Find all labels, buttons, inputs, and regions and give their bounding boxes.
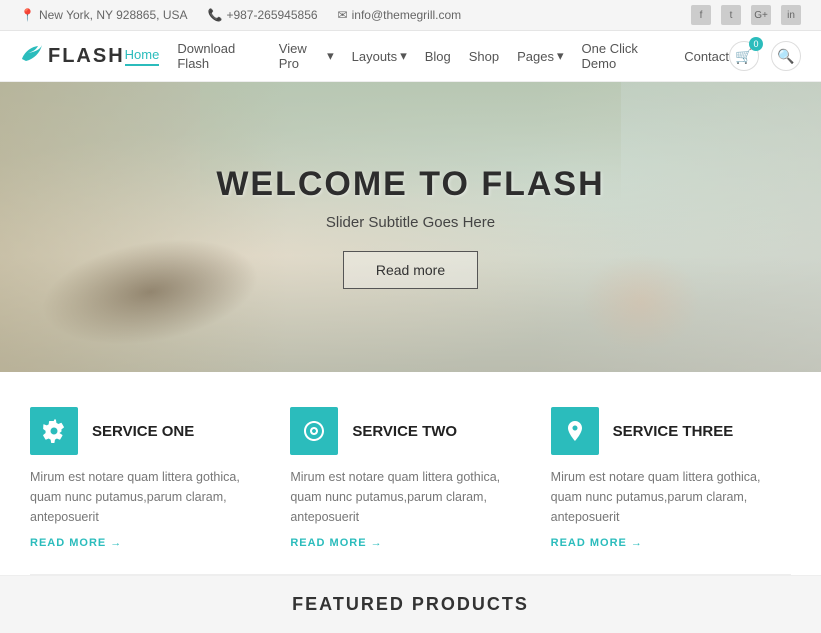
twitter-icon[interactable]: t [721, 5, 741, 25]
service-icon-two [290, 407, 338, 455]
search-icon: 🔍 [777, 48, 794, 65]
search-button[interactable]: 🔍 [771, 41, 801, 71]
service-icon-one [30, 407, 78, 455]
nav-oneclickdemo[interactable]: One Click Demo [582, 41, 667, 71]
cart-icon: 🛒 [735, 48, 752, 65]
nav-download[interactable]: Download Flash [177, 41, 260, 71]
service-link-three[interactable]: READ MORE → [551, 537, 791, 549]
services-section: SERVICE ONE Mirum est notare quam litter… [0, 372, 821, 574]
nav-home[interactable]: Home [125, 47, 160, 66]
facebook-icon[interactable]: f [691, 5, 711, 25]
service-title-two: SERVICE TWO [352, 423, 457, 440]
chevron-down-icon: ▾ [327, 48, 334, 64]
service-header-three: SERVICE THREE [551, 407, 791, 455]
linkedin-icon[interactable]: in [781, 5, 801, 25]
gear-icon [42, 419, 66, 443]
cart-badge: 0 [749, 37, 763, 51]
service-header-one: SERVICE ONE [30, 407, 270, 455]
header: FLASH Home Download Flash View Pro ▾ Lay… [0, 31, 821, 82]
hero-section: WELCOME TO FLASH Slider Subtitle Goes He… [0, 82, 821, 372]
email: ✉ info@themegrill.com [338, 8, 462, 22]
nav-actions: 🛒 0 🔍 [729, 41, 801, 71]
address: 📍 New York, NY 928865, USA [20, 8, 188, 22]
googleplus-icon[interactable]: G+ [751, 5, 771, 25]
service-header-two: SERVICE TWO [290, 407, 530, 455]
logo-text: FLASH [48, 45, 125, 68]
service-desc-three: Mirum est notare quam littera gothica, q… [551, 467, 791, 527]
hero-title: WELCOME TO FLASH [216, 165, 604, 204]
nav-layouts[interactable]: Layouts ▾ [352, 48, 407, 64]
hero-read-more-button[interactable]: Read more [343, 251, 478, 289]
service-icon-three [551, 407, 599, 455]
service-title-three: SERVICE THREE [613, 423, 734, 440]
service-desc-one: Mirum est notare quam littera gothica, q… [30, 467, 270, 527]
arrow-icon: → [371, 537, 383, 549]
logo-icon [20, 43, 42, 69]
service-title-one: SERVICE ONE [92, 423, 194, 440]
chevron-down-icon: ▾ [400, 48, 407, 64]
arrow-icon: → [631, 537, 643, 549]
service-item-two: SERVICE TWO Mirum est notare quam litter… [290, 407, 530, 549]
featured-products-title: FEATURED PRODUCTS [18, 594, 803, 615]
nav-pages[interactable]: Pages ▾ [517, 48, 563, 64]
main-nav: Home Download Flash View Pro ▾ Layouts ▾… [125, 41, 729, 71]
chevron-down-icon: ▾ [557, 48, 564, 64]
service-link-one[interactable]: READ MORE → [30, 537, 270, 549]
pin-icon: 📍 [20, 8, 35, 22]
bottom-teaser: FEATURED PRODUCTS [0, 575, 821, 633]
nav-viewpro[interactable]: View Pro ▾ [279, 41, 334, 71]
service-item-three: SERVICE THREE Mirum est notare quam litt… [551, 407, 791, 549]
email-icon: ✉ [338, 8, 348, 22]
cart-button[interactable]: 🛒 0 [729, 41, 759, 71]
service-item-one: SERVICE ONE Mirum est notare quam litter… [30, 407, 270, 549]
phone: 📞 +987-265945856 [208, 8, 318, 22]
service-desc-two: Mirum est notare quam littera gothica, q… [290, 467, 530, 527]
social-links: f t G+ in [691, 5, 801, 25]
top-bar-contact: 📍 New York, NY 928865, USA 📞 +987-265945… [20, 8, 461, 22]
logo[interactable]: FLASH [20, 43, 125, 69]
service-link-two[interactable]: READ MORE → [290, 537, 530, 549]
phone-icon: 📞 [208, 8, 223, 22]
hero-subtitle: Slider Subtitle Goes Here [216, 214, 604, 231]
target-icon [302, 419, 326, 443]
arrow-icon: → [110, 537, 122, 549]
top-bar: 📍 New York, NY 928865, USA 📞 +987-265945… [0, 0, 821, 31]
location-icon [563, 419, 587, 443]
nav-contact[interactable]: Contact [684, 49, 729, 64]
nav-shop[interactable]: Shop [469, 49, 499, 64]
hero-content: WELCOME TO FLASH Slider Subtitle Goes He… [216, 165, 604, 289]
nav-blog[interactable]: Blog [425, 49, 451, 64]
